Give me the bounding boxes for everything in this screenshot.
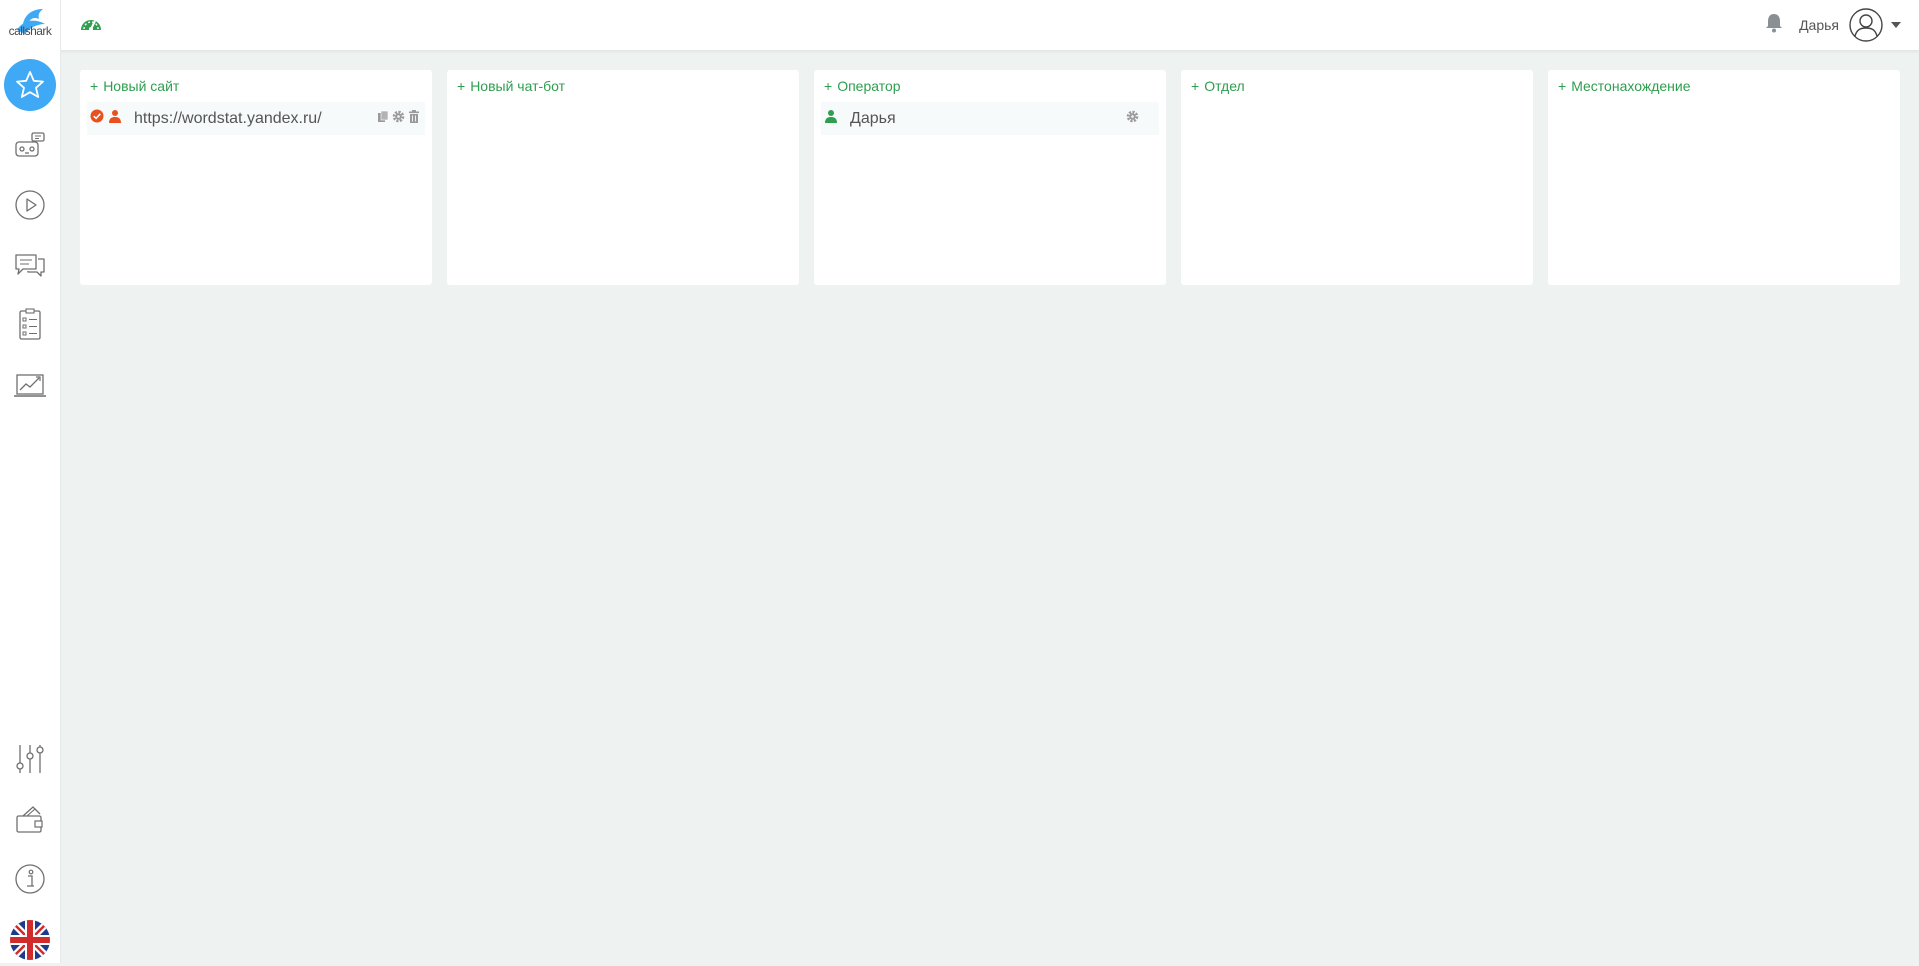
speedometer-icon[interactable]: [79, 14, 103, 39]
add-site-button[interactable]: + Новый сайт: [90, 78, 179, 94]
add-site-label: Новый сайт: [103, 78, 180, 94]
top-bar: Дарья: [0, 0, 1919, 51]
language-switch[interactable]: [4, 914, 56, 966]
caret-down-icon[interactable]: [1891, 22, 1901, 28]
operator-name[interactable]: Дарья: [850, 110, 896, 128]
robot-chat-icon: [13, 130, 47, 162]
locations-panel: + Местонахождение: [1548, 70, 1900, 285]
nav-tasks[interactable]: [4, 299, 56, 351]
play-circle-icon: [14, 189, 46, 221]
nav-settings[interactable]: [4, 733, 56, 785]
add-operator-button[interactable]: + Оператор: [824, 78, 901, 94]
departments-panel: + Отдел: [1181, 70, 1533, 285]
nav-chats[interactable]: [4, 239, 56, 291]
sites-panel: + Новый сайт https://wordstat.yandex.ru/: [80, 70, 432, 285]
site-url[interactable]: https://wordstat.yandex.ru/: [134, 110, 322, 128]
add-chatbot-button[interactable]: + Новый чат-бот: [457, 78, 565, 94]
chat-bubbles-icon: [13, 249, 47, 281]
copy-icon[interactable]: [377, 110, 389, 128]
info-icon: [14, 863, 46, 895]
plus-icon: +: [1558, 78, 1567, 94]
add-department-button[interactable]: + Отдел: [1191, 78, 1245, 94]
add-department-label: Отдел: [1204, 78, 1245, 94]
gear-icon[interactable]: [392, 110, 405, 128]
star-icon: [14, 69, 46, 101]
nav-favorites[interactable]: [4, 59, 56, 111]
user-icon: [824, 109, 838, 128]
plus-icon: +: [457, 78, 466, 94]
site-actions: [377, 102, 420, 135]
bell-icon[interactable]: [1765, 13, 1783, 38]
checklist-icon: [15, 308, 45, 342]
trash-icon[interactable]: [408, 109, 420, 128]
chatbots-panel: + Новый чат-бот: [447, 70, 799, 285]
add-location-button[interactable]: + Местонахождение: [1558, 78, 1690, 94]
user-icon: [108, 109, 122, 128]
gear-icon[interactable]: [1126, 110, 1139, 128]
user-name[interactable]: Дарья: [1799, 17, 1839, 33]
nav-analytics[interactable]: [4, 359, 56, 411]
user-circle-icon[interactable]: [1849, 8, 1883, 42]
add-location-label: Местонахождение: [1571, 78, 1691, 94]
nav-chatbots[interactable]: [4, 120, 56, 172]
plus-icon: +: [90, 78, 99, 94]
plus-icon: +: [1191, 78, 1200, 94]
uk-flag-icon: [9, 919, 51, 961]
wallet-icon: [13, 804, 47, 836]
sidebar: callshark: [0, 0, 61, 963]
operator-row[interactable]: Дарья: [821, 102, 1159, 135]
nav-billing[interactable]: [4, 794, 56, 846]
sliders-icon: [13, 742, 47, 776]
add-chatbot-label: Новый чат-бот: [470, 78, 566, 94]
plus-icon: +: [824, 78, 833, 94]
nav-info[interactable]: [4, 853, 56, 905]
nav-video[interactable]: [4, 179, 56, 231]
check-circle-icon: [90, 109, 104, 128]
chart-monitor-icon: [13, 369, 47, 401]
site-row[interactable]: https://wordstat.yandex.ru/: [87, 102, 425, 135]
operators-panel: + Оператор Дарья: [814, 70, 1166, 285]
logo-text: callshark: [8, 24, 52, 38]
user-area: Дарья: [1765, 7, 1901, 43]
add-operator-label: Оператор: [837, 78, 901, 94]
callshark-logo[interactable]: callshark: [5, 6, 55, 44]
operator-actions: [1126, 102, 1139, 135]
